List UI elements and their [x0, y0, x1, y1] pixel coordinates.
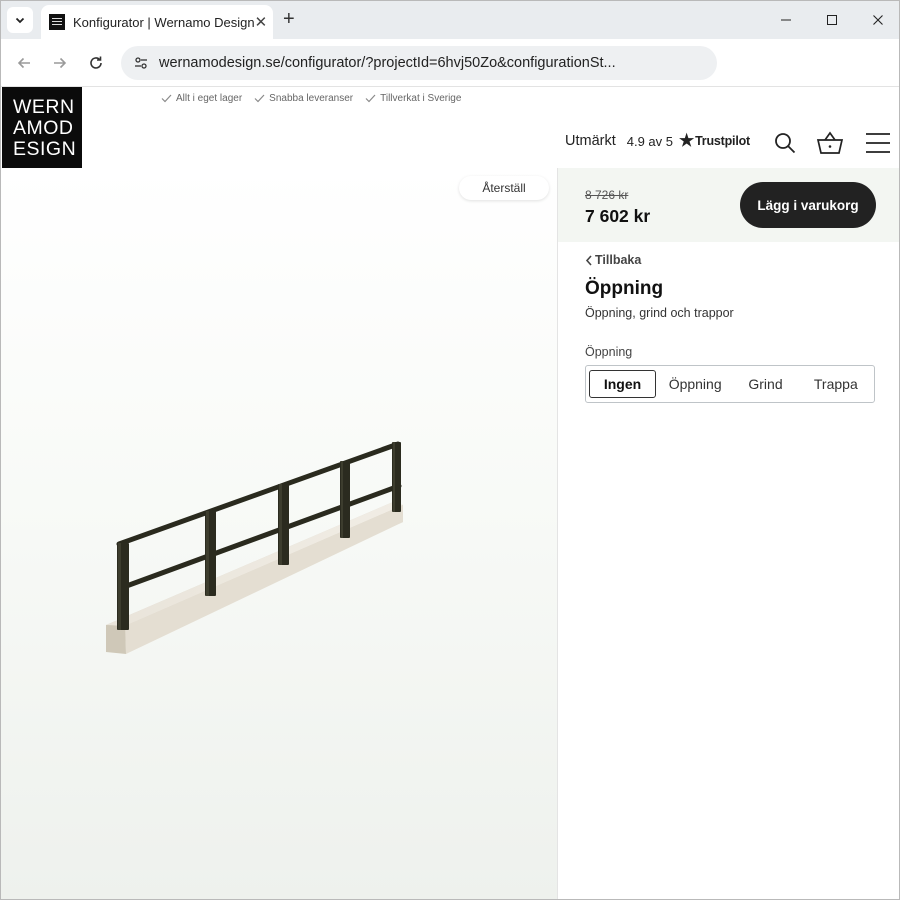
- trustpilot-label: Trustpilot: [695, 134, 751, 148]
- usp-item: Snabba leveranser: [254, 93, 353, 104]
- usp-label: Snabba leveranser: [269, 93, 354, 104]
- url-text: wernamodesign.se/configurator/?projectId…: [159, 55, 616, 71]
- close-icon: [873, 15, 883, 25]
- star-icon: ★: [679, 131, 695, 150]
- site-favicon-icon: [49, 14, 65, 30]
- menu-button[interactable]: [863, 129, 893, 157]
- forward-button[interactable]: [48, 51, 72, 75]
- browser-tab[interactable]: Konfigurator | Wernamo Design ✕: [41, 5, 273, 39]
- back-link[interactable]: Tillbaka: [585, 253, 641, 267]
- logo-line: ESIGN: [13, 138, 77, 160]
- check-icon: [254, 94, 265, 103]
- option-grind[interactable]: Grind: [730, 370, 800, 398]
- browser-toolbar: wernamodesign.se/configurator/?projectId…: [1, 39, 899, 87]
- section-subtitle: Öppning, grind och trappor: [585, 306, 734, 320]
- new-tab-button[interactable]: +: [283, 9, 295, 29]
- opening-option-selector: Ingen Öppning Grind Trappa: [585, 365, 875, 403]
- browser-window: Konfigurator | Wernamo Design ✕ + wernam…: [0, 0, 900, 900]
- maximize-icon: [827, 15, 837, 25]
- logo-line: WERN: [13, 96, 75, 118]
- rating-word: Utmärkt: [565, 133, 616, 149]
- tab-search-button[interactable]: [7, 7, 33, 33]
- chevron-down-icon: [15, 17, 25, 24]
- back-label: Tillbaka: [595, 253, 642, 267]
- close-window-button[interactable]: [855, 1, 899, 39]
- railing-model: [106, 441, 403, 654]
- check-icon: [161, 94, 172, 103]
- reload-button[interactable]: [84, 51, 108, 75]
- arrow-left-icon: [17, 57, 30, 69]
- usp-label: Allt i eget lager: [176, 93, 243, 104]
- maximize-button[interactable]: [809, 1, 855, 39]
- usp-item: Allt i eget lager: [161, 93, 242, 104]
- address-bar[interactable]: wernamodesign.se/configurator/?projectId…: [121, 46, 717, 80]
- usp-label: Tillverkat i Sverige: [380, 93, 462, 104]
- add-to-cart-button[interactable]: Lägg i varukorg: [740, 182, 876, 228]
- usp-bar: Allt i eget lager Snabba leveranser Till…: [161, 93, 461, 104]
- search-icon: [775, 133, 796, 154]
- option-ingen[interactable]: Ingen: [589, 370, 656, 398]
- option-oppning[interactable]: Öppning: [660, 370, 730, 398]
- trustpilot-rating[interactable]: Utmärkt 4.9 av 5 ★ Trustpilot: [565, 131, 751, 150]
- check-icon: [365, 94, 376, 103]
- arrow-right-icon: [54, 57, 67, 69]
- title-bar: Konfigurator | Wernamo Design ✕ +: [1, 1, 899, 39]
- tab-close-icon[interactable]: ✕: [255, 13, 268, 31]
- tab-title: Konfigurator | Wernamo Design: [73, 14, 255, 30]
- section-title: Öppning: [585, 278, 664, 299]
- basket-button[interactable]: [816, 129, 844, 157]
- current-price: 7 602 kr: [585, 206, 651, 226]
- site-info-icon[interactable]: [131, 53, 151, 73]
- basket-icon: [816, 131, 844, 154]
- usp-item: Tillverkat i Sverige: [365, 93, 461, 104]
- option-group-label: Öppning: [585, 345, 633, 359]
- price-bar: 8 726 kr 7 602 kr Lägg i varukorg: [558, 168, 899, 242]
- minimize-icon: [781, 19, 791, 21]
- reload-icon: [90, 56, 102, 69]
- logo-line: AMOD: [13, 117, 74, 139]
- old-price: 8 726 kr: [585, 188, 629, 202]
- product-3d-viewer[interactable]: Återställ: [1, 168, 557, 899]
- page-content: WERN AMOD ESIGN Allt i eget lager Snabba…: [1, 87, 899, 899]
- chevron-left-icon: [585, 254, 592, 266]
- minimize-button[interactable]: [763, 1, 809, 39]
- back-button[interactable]: [12, 51, 36, 75]
- menu-icon: [866, 133, 890, 153]
- option-trappa[interactable]: Trappa: [801, 370, 871, 398]
- site-logo[interactable]: WERN AMOD ESIGN: [2, 87, 82, 168]
- trustpilot-logo: ★ Trustpilot: [679, 131, 751, 150]
- configurator-panel: 8 726 kr 7 602 kr Lägg i varukorg Tillba…: [557, 168, 899, 899]
- search-button[interactable]: [771, 129, 799, 157]
- rating-score: 4.9 av 5: [626, 133, 674, 149]
